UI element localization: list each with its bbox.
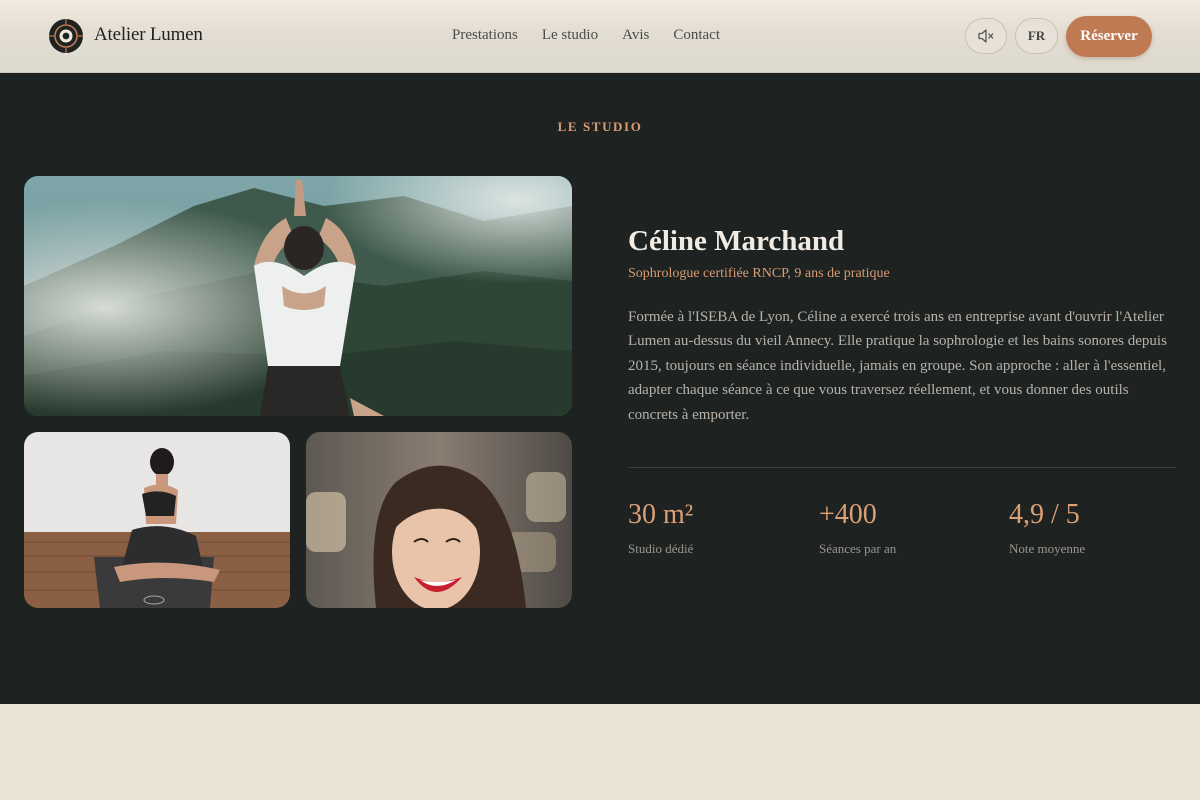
stat-value: 30 m² [628, 499, 694, 530]
studio-section: LE STUDIO Céline Marchand Sophrologue ce… [0, 73, 1200, 704]
nav-item-prestations[interactable]: Prestations [452, 27, 518, 44]
stat-label: Séances par an [819, 541, 897, 556]
stat-label: Studio dédié [628, 541, 694, 556]
practitioner-credentials: Sophrologue certifiée RNCP, 9 ans de pra… [628, 266, 890, 281]
practitioner-bio: Formée à l'ISEBA de Lyon, Céline a exerc… [628, 309, 1167, 423]
stat-rating: 4,9 / 5 Note moyenne [1009, 501, 1085, 557]
nav-item-le-studio[interactable]: Le studio [542, 27, 598, 44]
stat-label: Note moyenne [1009, 541, 1086, 556]
sound-toggle-button[interactable] [965, 18, 1007, 54]
section-eyebrow: LE STUDIO [557, 119, 643, 134]
stat-studio-size: 30 m² Studio dédié [628, 501, 693, 557]
logo-icon[interactable] [48, 18, 84, 54]
stat-value: 4,9 / 5 [1009, 499, 1080, 530]
nav-item-contact[interactable]: Contact [673, 27, 720, 44]
nav-item-avis[interactable]: Avis [622, 27, 649, 44]
book-button[interactable]: Réserver [1066, 16, 1152, 57]
site-header: Atelier Lumen Prestations Le studio Avis… [0, 0, 1200, 73]
photo-mountain-yoga [24, 176, 572, 416]
speaker-muted-icon [978, 29, 994, 43]
brand-name[interactable]: Atelier Lumen [94, 24, 203, 46]
divider [628, 467, 1176, 468]
language-button[interactable]: FR [1015, 18, 1058, 54]
photo-seated-stretch [24, 432, 290, 608]
stat-sessions: +400 Séances par an [819, 501, 896, 557]
main-nav: Prestations Le studio Avis Contact [452, 27, 720, 44]
photo-smiling-portrait [306, 432, 572, 608]
practitioner-name: Céline Marchand [628, 225, 845, 257]
stat-value: +400 [819, 499, 877, 530]
